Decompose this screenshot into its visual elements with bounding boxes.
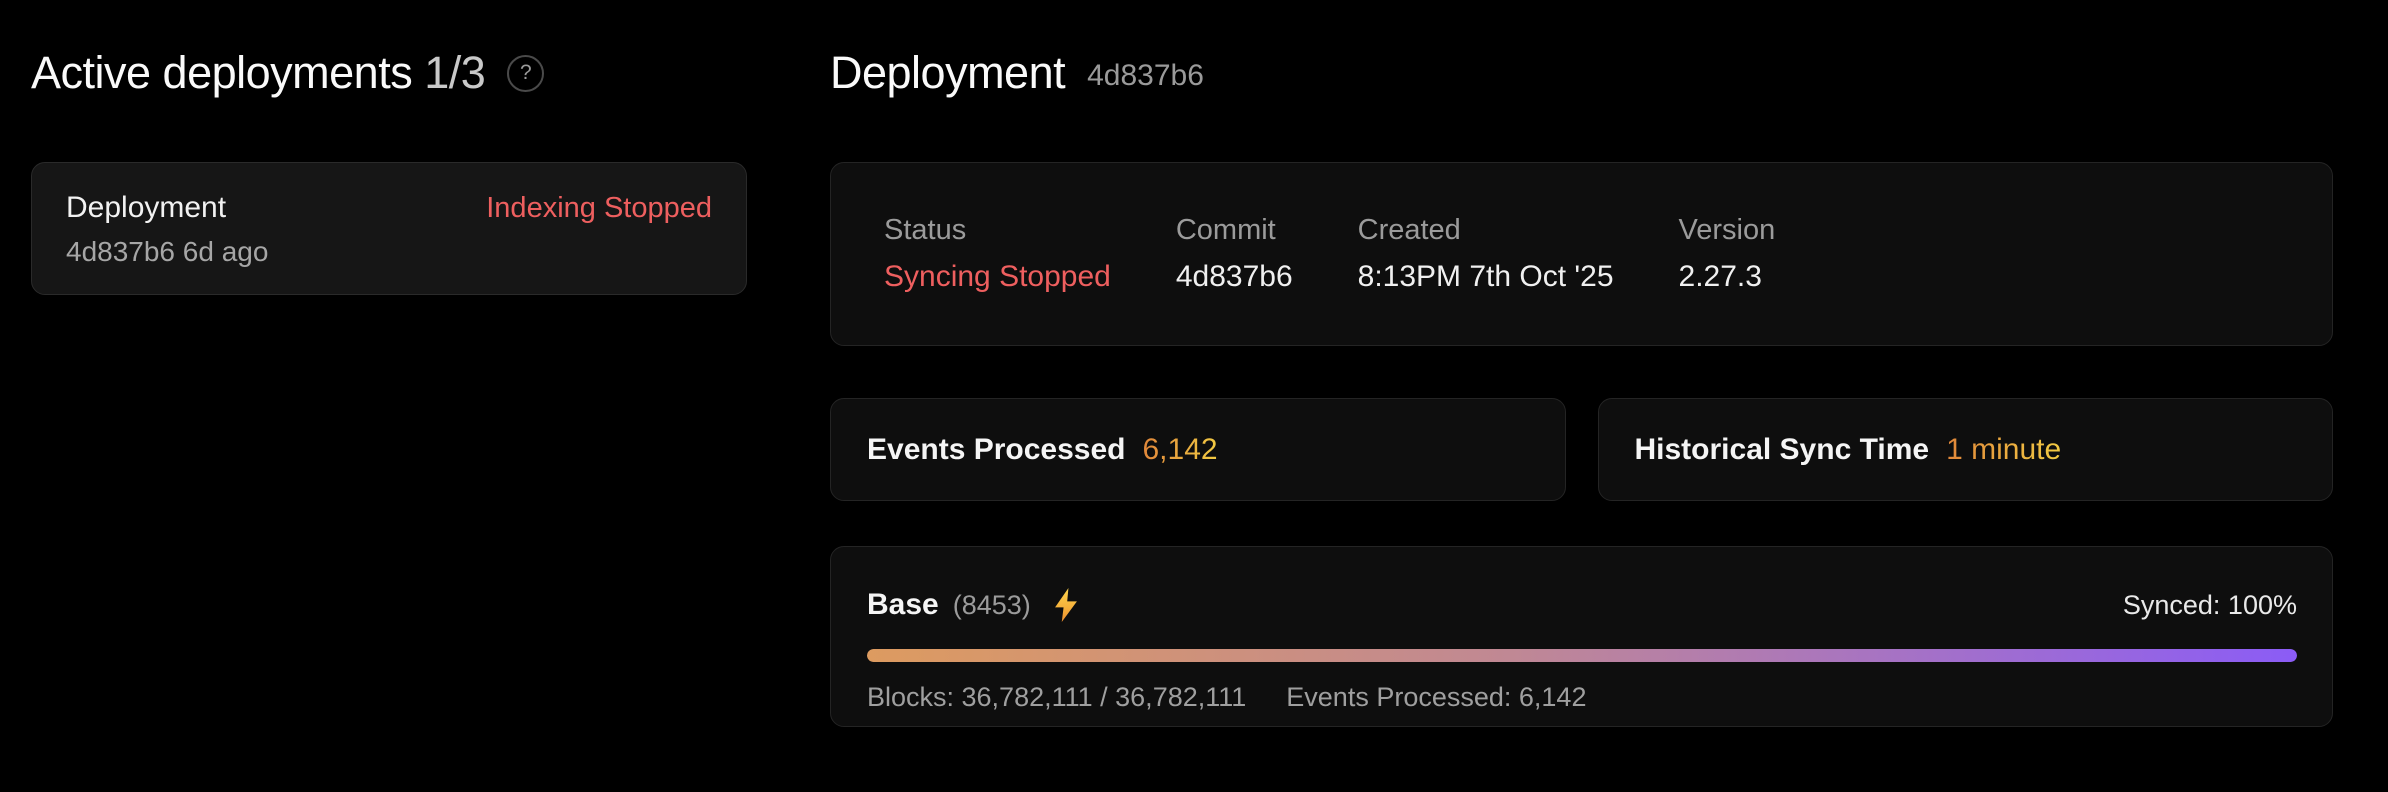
chain-header: Base (8453) Synced: 100% xyxy=(867,585,2297,625)
version-label: Version xyxy=(1679,212,1776,248)
metrics-row: Events Processed 6,142 Historical Sync T… xyxy=(830,398,2333,501)
chain-sync-card: Base (8453) Synced: 100% xyxy=(830,546,2333,727)
chain-name: Base xyxy=(867,588,939,622)
active-deployments-title: Active deployments 1/3 xyxy=(31,43,485,103)
status-value: Syncing Stopped xyxy=(884,257,1111,297)
chain-stats: Blocks: 36,782,111 / 36,782,111 Events P… xyxy=(867,680,2297,714)
chain-events-stat: Events Processed: 6,142 xyxy=(1286,680,1586,714)
deployment-list-item-top: Deployment Indexing Stopped xyxy=(66,188,712,228)
deployments-page: Active deployments 1/3 ? Deployment Inde… xyxy=(0,0,2388,727)
info-col-version: Version 2.27.3 xyxy=(1679,212,1776,297)
historical-sync-time-card: Historical Sync Time 1 minute xyxy=(1598,398,2334,501)
deployment-meta: 4d837b6 6d ago xyxy=(66,234,712,270)
active-deployments-title-text: Active deployments xyxy=(31,47,412,98)
version-value: 2.27.3 xyxy=(1679,257,1776,297)
deployment-status-badge: Indexing Stopped xyxy=(486,188,712,228)
lightning-bolt-icon xyxy=(1051,588,1081,622)
events-processed-card: Events Processed 6,142 xyxy=(830,398,1566,501)
deployment-detail-header: Deployment 4d837b6 xyxy=(830,43,2333,103)
status-label: Status xyxy=(884,212,1111,248)
active-deployments-panel: Active deployments 1/3 ? Deployment Inde… xyxy=(31,43,747,727)
deployment-name: Deployment xyxy=(66,188,226,228)
sync-progress-bar xyxy=(867,649,2297,662)
info-col-created: Created 8:13PM 7th Oct '25 xyxy=(1358,212,1614,297)
historical-sync-time-value: 1 minute xyxy=(1946,433,2061,467)
deployment-detail-title: Deployment xyxy=(830,43,1065,103)
chain-id: (8453) xyxy=(953,590,1031,621)
deployment-info-card: Status Syncing Stopped Commit 4d837b6 Cr… xyxy=(830,162,2333,346)
events-processed-label: Events Processed xyxy=(867,433,1125,467)
deployment-list-item[interactable]: Deployment Indexing Stopped 4d837b6 6d a… xyxy=(31,162,747,295)
created-label: Created xyxy=(1358,212,1614,248)
commit-value: 4d837b6 xyxy=(1176,257,1293,297)
info-col-status: Status Syncing Stopped xyxy=(884,212,1111,297)
sync-progress-fill xyxy=(867,649,2297,662)
info-col-commit: Commit 4d837b6 xyxy=(1176,212,1293,297)
commit-label: Commit xyxy=(1176,212,1293,248)
created-value: 8:13PM 7th Oct '25 xyxy=(1358,257,1614,297)
deployment-commit-short: 4d837b6 xyxy=(1087,59,1204,93)
deployment-detail-panel: Deployment 4d837b6 Status Syncing Stoppe… xyxy=(830,43,2333,727)
active-deployments-count: 1/3 xyxy=(424,47,485,98)
blocks-stat: Blocks: 36,782,111 / 36,782,111 xyxy=(867,680,1246,714)
active-deployments-header: Active deployments 1/3 ? xyxy=(31,43,747,103)
synced-percentage: Synced: 100% xyxy=(2123,590,2297,621)
historical-sync-time-label: Historical Sync Time xyxy=(1635,433,1930,467)
events-processed-value: 6,142 xyxy=(1142,433,1217,467)
chain-title: Base (8453) xyxy=(867,588,1081,622)
help-icon[interactable]: ? xyxy=(507,55,544,92)
